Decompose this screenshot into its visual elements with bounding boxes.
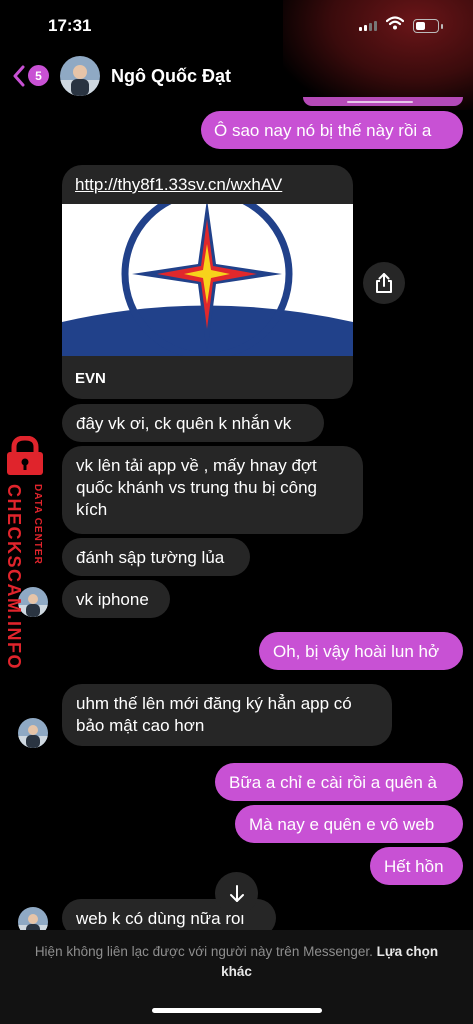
message-text-line: bảo mật cao hơn [76, 716, 205, 735]
status-bar: 17:31 [0, 0, 473, 50]
message-outgoing[interactable]: Hết hồn [370, 847, 463, 885]
message-incoming[interactable]: vk lên tải app về , mấy hnay đợt quốc kh… [62, 446, 363, 534]
arrow-down-icon [229, 884, 244, 902]
message-incoming[interactable]: đánh sập tường lủa [62, 538, 250, 576]
message-outgoing[interactable]: Ô sao nay nó bị thế này rồi a [201, 111, 463, 149]
message-outgoing[interactable]: Oh, bị vậy hoài lun hở [259, 632, 463, 670]
watermark-main-text: CHECKSCAM.INFO [4, 484, 24, 670]
message-text: đánh sập tường lủa [76, 548, 225, 567]
unread-badge: 5 [28, 65, 49, 86]
share-button[interactable] [363, 262, 405, 304]
chat-header: 5 Ngô Quốc Đạt [0, 50, 473, 102]
link-title: EVN [75, 370, 106, 387]
message-text-line: vk lên tải app về , mấy hnay đợt [76, 456, 317, 475]
message-incoming[interactable]: đây vk ơi, ck quên k nhắn vk [62, 404, 324, 442]
link-preview-card[interactable]: http://thy8f1.33sv.cn/wxhAV EVN [62, 165, 353, 399]
share-icon [376, 273, 392, 293]
footer-notice: Hiện không liên lạc được với người này t… [20, 942, 453, 982]
message-outgoing[interactable]: Bữa a chỉ e cài rồi a quên à [215, 763, 463, 801]
message-text: Ô sao nay nó bị thế này rồi a [214, 121, 432, 140]
message-text-line: uhm thế lên mới đăng ký hẳn app có [76, 694, 352, 713]
message-text: vk iphone [76, 590, 149, 609]
contact-avatar-small[interactable] [18, 718, 48, 748]
contact-avatar[interactable] [60, 56, 100, 96]
message-text: Bữa a chỉ e cài rồi a quên à [229, 773, 437, 792]
message-text: web k có dùng nữa rồi [76, 909, 245, 928]
footer-notice-text: Hiện không liên lạc được với người này t… [34, 944, 373, 959]
wifi-icon [385, 16, 405, 35]
link-url[interactable]: http://thy8f1.33sv.cn/wxhAV [75, 175, 282, 195]
contact-name[interactable]: Ngô Quốc Đạt [111, 66, 231, 87]
message-text: đây vk ơi, ck quên k nhắn vk [76, 414, 292, 433]
watermark-sub-text: DATA CENTER [32, 484, 43, 565]
signal-icon [359, 21, 377, 31]
link-preview-image [62, 204, 353, 356]
previous-message-bubble [303, 97, 463, 106]
message-incoming[interactable]: vk iphone [62, 580, 170, 618]
message-outgoing[interactable]: Mà nay e quên e vô web [235, 805, 463, 843]
battery-icon [413, 19, 443, 33]
back-button[interactable] [12, 65, 26, 92]
lock-icon [4, 435, 46, 481]
message-text: Mà nay e quên e vô web [249, 815, 435, 834]
scroll-to-bottom-button[interactable] [215, 872, 258, 915]
message-text-line: kích [76, 500, 108, 519]
watermark: CHECKSCAM.INFO DATA CENTER [0, 435, 50, 670]
home-indicator [152, 1008, 322, 1013]
message-text: Oh, bị vậy hoài lun hở [273, 642, 440, 661]
message-incoming[interactable]: uhm thế lên mới đăng ký hẳn app có bảo m… [62, 684, 392, 746]
back-chevron-icon [13, 65, 25, 87]
status-time: 17:31 [48, 16, 92, 35]
message-text-line: quốc khánh vs trung thu bị công [76, 478, 317, 497]
message-text: Hết hồn [384, 857, 444, 876]
battery-level [416, 22, 425, 30]
